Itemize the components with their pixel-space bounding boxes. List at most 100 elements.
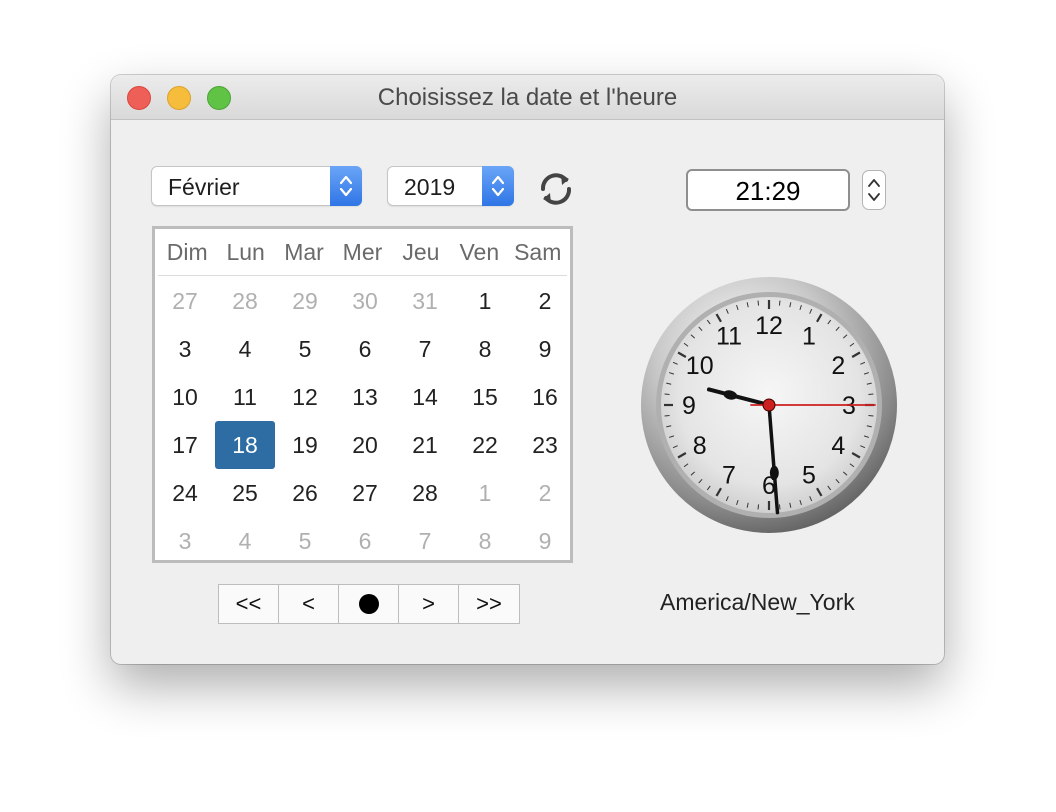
clock-center-cap <box>762 398 776 412</box>
calendar-day-selected[interactable]: 18 <box>215 421 275 469</box>
calendar-day[interactable]: 3 <box>155 325 215 373</box>
today-button[interactable] <box>339 585 399 623</box>
clock-tick <box>757 300 760 306</box>
calendar-grid: 27 28 29 30 31 1 2 3 4 5 6 7 8 9 10 11 12 13 14 15 16 17 18 19 2… <box>155 277 575 565</box>
date-time-dialog: Choisissez la date et l'heure Février 20… <box>111 75 944 664</box>
month-select-arrows[interactable] <box>330 166 362 206</box>
calendar-day[interactable]: 7 <box>395 517 455 565</box>
calendar-week-row: 27 28 29 30 31 1 2 <box>155 277 575 325</box>
calendar-day[interactable]: 13 <box>335 373 395 421</box>
calendar-week-row: 10 11 12 13 14 15 16 <box>155 373 575 421</box>
calendar-week-row: 3456789 <box>155 517 575 565</box>
month-select[interactable]: Février <box>151 166 362 206</box>
clock-tick <box>778 300 781 306</box>
weekday-label: Lun <box>226 239 265 265</box>
weekday-label: Mar <box>284 239 324 265</box>
clock-number: 1 <box>802 323 816 351</box>
calendar-day[interactable]: 2 <box>515 277 575 325</box>
chevron-updown-icon <box>491 175 505 197</box>
clock-tick <box>664 414 670 417</box>
calendar-day[interactable]: 8 <box>455 517 515 565</box>
calendar-day[interactable]: 24 <box>155 469 215 517</box>
calendar-day[interactable]: 31 <box>395 277 455 325</box>
clock-tick <box>868 393 874 396</box>
year-select[interactable]: 2019 <box>387 166 514 206</box>
calendar-day[interactable]: 19 <box>275 421 335 469</box>
calendar-day[interactable]: 8 <box>455 325 515 373</box>
calendar-day[interactable]: 1 <box>455 469 515 517</box>
clock-number: 8 <box>693 432 707 460</box>
calendar-day[interactable]: 26 <box>275 469 335 517</box>
clock-tick <box>664 393 670 396</box>
calendar-day[interactable]: 5 <box>275 325 335 373</box>
clock-number: 10 <box>686 352 714 380</box>
dot-icon <box>358 593 379 614</box>
calendar-day[interactable]: 17 <box>155 421 215 469</box>
calendar-nav: << < > >> <box>218 584 520 624</box>
clock-number: 5 <box>802 461 816 489</box>
calendar-week-row: 17 18 19 20 21 22 23 <box>155 421 575 469</box>
calendar-day[interactable]: 15 <box>455 373 515 421</box>
calendar-day[interactable]: 30 <box>335 277 395 325</box>
title-bar: Choisissez la date et l'heure <box>111 75 944 120</box>
calendar-day[interactable]: 28 <box>215 277 275 325</box>
first-month-button[interactable]: << <box>219 585 279 623</box>
prev-month-button[interactable]: < <box>279 585 339 623</box>
year-select-arrows[interactable] <box>482 166 514 206</box>
clock-tick <box>868 414 874 417</box>
calendar-day[interactable]: 14 <box>395 373 455 421</box>
last-month-button[interactable]: >> <box>459 585 519 623</box>
weekday-label: Sam <box>514 239 562 265</box>
calendar-weekday-header: Dim Lun Mar Mer Jeu Ven Sam <box>158 229 567 276</box>
clock-number: 7 <box>722 461 736 489</box>
calendar-day[interactable]: 4 <box>215 517 275 565</box>
calendar-day[interactable]: 11 <box>215 373 275 421</box>
clock-number: 11 <box>716 323 742 351</box>
calendar-day[interactable]: 4 <box>215 325 275 373</box>
clock-number: 4 <box>831 432 845 460</box>
weekday-label: Dim <box>166 239 208 265</box>
weekday-label: Ven <box>459 239 500 265</box>
calendar-day[interactable]: 12 <box>275 373 335 421</box>
next-month-button[interactable]: > <box>399 585 459 623</box>
clock-number: 2 <box>831 352 845 380</box>
calendar-day[interactable]: 27 <box>155 277 215 325</box>
clock-number: 12 <box>755 312 783 340</box>
calendar-day[interactable]: 3 <box>155 517 215 565</box>
calendar-day[interactable]: 5 <box>275 517 335 565</box>
clock-tick <box>757 504 760 510</box>
clock-tick <box>778 504 781 510</box>
month-select-value: Février <box>168 174 240 200</box>
chevron-updown-icon <box>339 175 353 197</box>
calendar-week-row: 3456789 <box>155 325 575 373</box>
calendar-day[interactable]: 9 <box>515 517 575 565</box>
analog-clock: 12 1234567891011 <box>641 277 897 533</box>
window-title: Choisissez la date et l'heure <box>377 84 678 111</box>
clock-number: 3 <box>842 392 856 420</box>
time-stepper[interactable] <box>862 170 886 210</box>
calendar-day[interactable]: 29 <box>275 277 335 325</box>
calendar-day[interactable]: 10 <box>155 373 215 421</box>
calendar-day[interactable]: 9 <box>515 325 575 373</box>
calendar-day[interactable]: 23 <box>515 421 575 469</box>
weekday-label: Jeu <box>402 239 440 265</box>
clock-minute-hand-bulb <box>769 465 779 480</box>
calendar-day[interactable]: 6 <box>335 517 395 565</box>
weekday-label: Mer <box>342 239 383 265</box>
calendar-day[interactable]: 2 <box>515 469 575 517</box>
calendar-day[interactable]: 22 <box>455 421 515 469</box>
calendar-day[interactable]: 25 <box>215 469 275 517</box>
time-field[interactable]: 21:29 <box>686 169 850 211</box>
refresh-icon[interactable] <box>535 168 577 210</box>
calendar-day[interactable]: 6 <box>335 325 395 373</box>
clock-number: 9 <box>682 392 696 420</box>
calendar-day[interactable]: 20 <box>335 421 395 469</box>
year-select-value: 2019 <box>404 174 456 200</box>
calendar: Dim Lun Mar Mer Jeu Ven Sam 27 28 29 30 31 1 2 3 4 5 6 7 8… <box>152 226 573 563</box>
calendar-day[interactable]: 28 <box>395 469 455 517</box>
calendar-day[interactable]: 21 <box>395 421 455 469</box>
calendar-day[interactable]: 16 <box>515 373 575 421</box>
calendar-day[interactable]: 27 <box>335 469 395 517</box>
calendar-day[interactable]: 7 <box>395 325 455 373</box>
calendar-day[interactable]: 1 <box>455 277 515 325</box>
